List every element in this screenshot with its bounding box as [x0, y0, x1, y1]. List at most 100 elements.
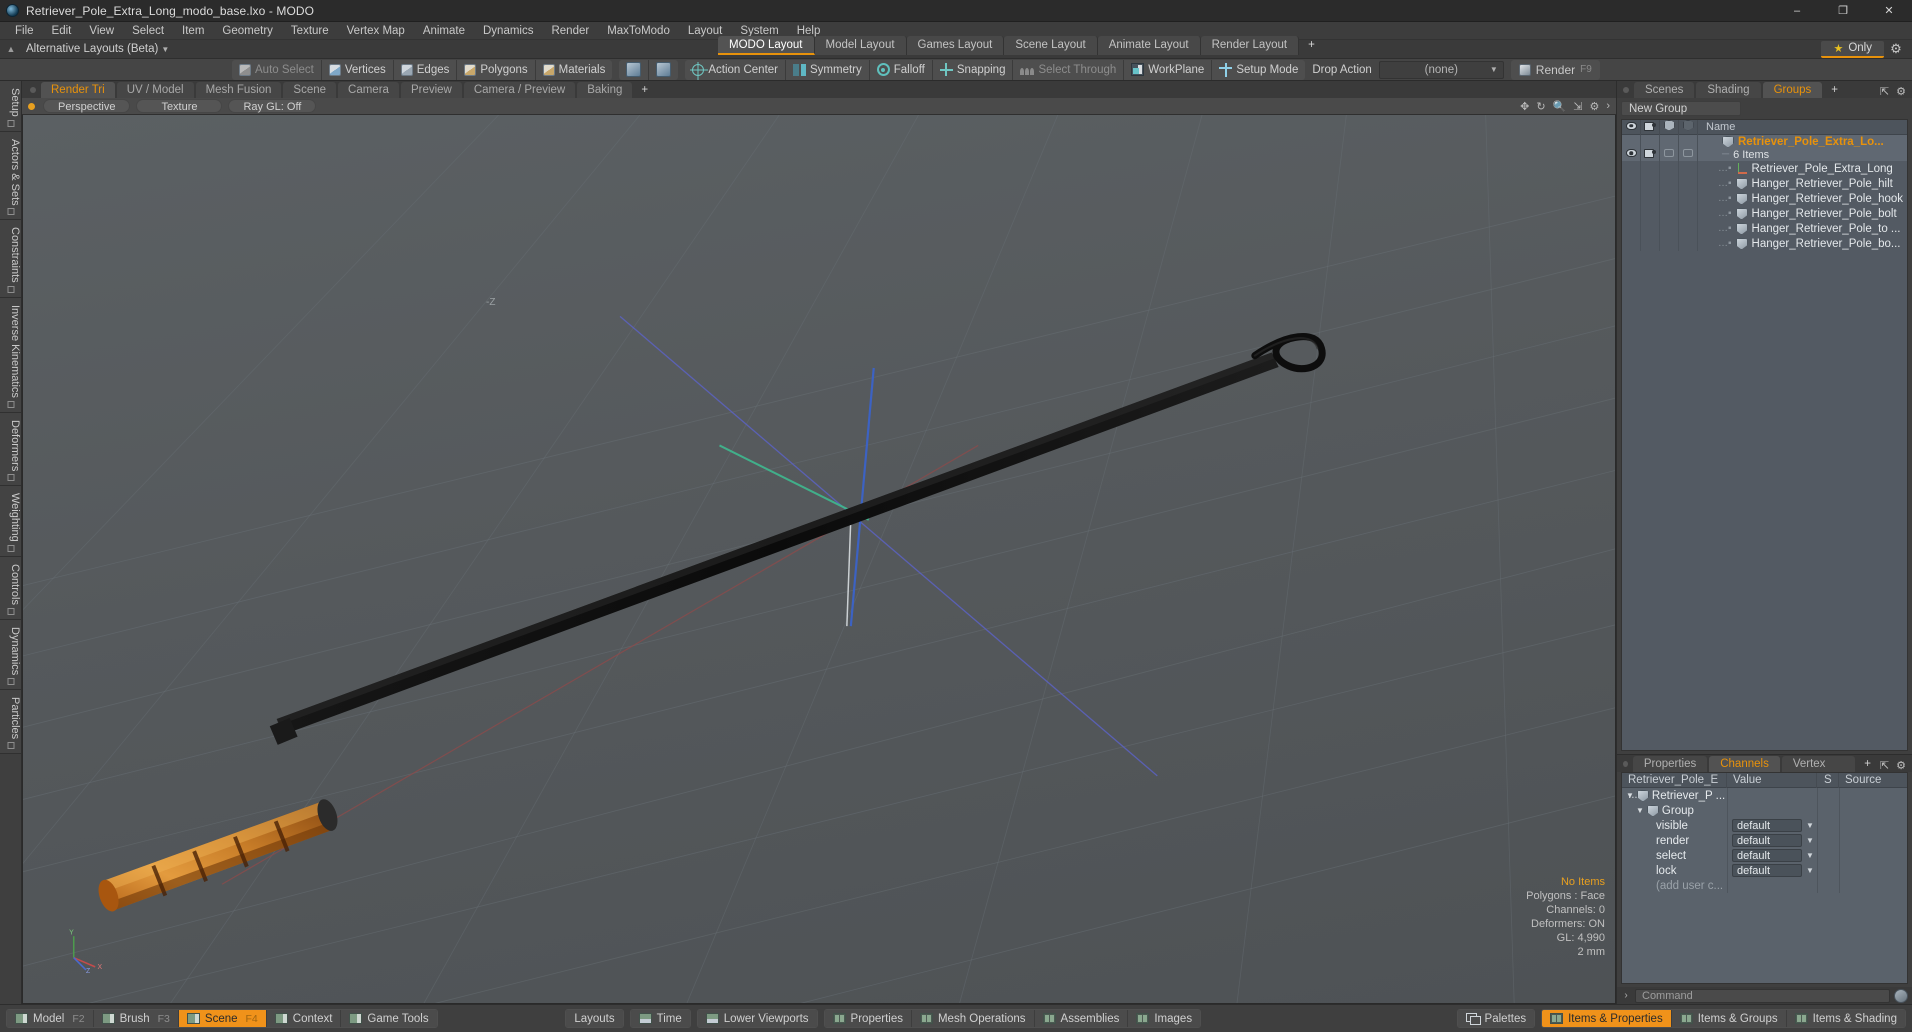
add-layout-tab-button[interactable]: +	[1299, 36, 1324, 55]
auto-select-button[interactable]: Auto Select	[232, 59, 322, 80]
tab-modo-layout[interactable]: MODO Layout	[718, 36, 815, 55]
menu-dynamics[interactable]: Dynamics	[474, 22, 542, 40]
shading-mode-dropdown[interactable]: Texture	[136, 99, 223, 113]
mesh-operations-toggle-button[interactable]: Mesh Operations	[911, 1010, 1035, 1027]
menu-file[interactable]: File	[6, 22, 43, 40]
sidebar-tab-dynamics[interactable]: Dynamics	[0, 620, 21, 691]
list-item[interactable]: …▪ Hanger_Retriever_Pole_bolt	[1622, 206, 1907, 221]
channels-panel-menu-dot-icon[interactable]	[1623, 761, 1628, 767]
channel-row-add-user[interactable]: (add user c...	[1622, 878, 1907, 893]
menu-render[interactable]: Render	[542, 22, 598, 40]
gear-icon[interactable]: ⚙	[1884, 41, 1908, 57]
assemblies-toggle-button[interactable]: Assemblies	[1034, 1010, 1129, 1027]
tab-scenes[interactable]: Scenes	[1634, 82, 1695, 98]
expand-channels-icon[interactable]: ⇱	[1880, 759, 1889, 772]
expand-panel-icon[interactable]: ⇱	[1880, 85, 1889, 98]
sidebar-tab-actors-sets[interactable]: Actors & Sets	[0, 131, 21, 221]
mode-brush-button[interactable]: Brush F3	[93, 1010, 179, 1027]
ray-gl-toggle[interactable]: Ray GL: Off	[228, 99, 317, 113]
chevron-down-icon[interactable]: ▼	[1806, 866, 1814, 875]
viewport-tab-camera-preview[interactable]: Camera / Preview	[463, 82, 576, 98]
channel-row-root[interactable]: ▼ Retriever_P ...	[1622, 788, 1907, 803]
viewport-tab-render-tri[interactable]: Render Tri	[41, 82, 115, 98]
command-input[interactable]: Command	[1635, 988, 1890, 1003]
expand-triangle-icon[interactable]: ▼	[1636, 806, 1644, 815]
group-row-header[interactable]: Retriever_Pole_Extra_Lo...	[1622, 135, 1907, 148]
materials-button[interactable]: Materials	[535, 59, 613, 80]
tab-channels[interactable]: Channels	[1709, 756, 1780, 772]
mode-context-button[interactable]: Context	[266, 1010, 342, 1027]
polygons-button[interactable]: Polygons	[457, 59, 536, 80]
zoom-view-icon[interactable]: 🔍	[1553, 100, 1567, 113]
tab-games-layout[interactable]: Games Layout	[906, 36, 1005, 55]
viewport-tab-scene[interactable]: Scene	[283, 82, 337, 98]
move-view-icon[interactable]: ✥	[1520, 100, 1529, 113]
viewport-tab-preview[interactable]: Preview	[400, 82, 462, 98]
sidebar-tab-inverse-kinematics[interactable]: Inverse Kinematics	[0, 298, 21, 413]
viewport-tab-mesh-fusion[interactable]: Mesh Fusion	[195, 82, 282, 98]
time-toggle-button[interactable]: Time	[630, 1010, 690, 1027]
menu-item[interactable]: Item	[173, 22, 213, 40]
lower-viewports-toggle-button[interactable]: Lower Viewports	[697, 1010, 817, 1027]
close-button[interactable]: ✕	[1866, 0, 1912, 22]
tab-properties[interactable]: Properties	[1632, 756, 1708, 772]
viewport-expand-icon[interactable]: ›	[1606, 100, 1610, 112]
chevron-down-icon[interactable]: ▼	[1806, 821, 1814, 830]
channel-row-group[interactable]: ▼ Group	[1622, 803, 1907, 818]
mode-scene-button[interactable]: Scene F4	[178, 1010, 267, 1027]
list-item[interactable]: …▪ Hanger_Retriever_Pole_hilt	[1622, 176, 1907, 191]
viewport-tab-uv-model[interactable]: UV / Model	[116, 82, 194, 98]
menu-geometry[interactable]: Geometry	[213, 22, 282, 40]
setup-mode-button[interactable]: Setup Mode	[1212, 59, 1306, 80]
palettes-button[interactable]: Palettes	[1457, 1010, 1535, 1027]
channels-panel-gear-icon[interactable]: ⚙	[1896, 759, 1906, 772]
channels-list[interactable]: Retriever_Pole_E ... Value S Source ▼ Re…	[1621, 772, 1908, 984]
center-mode-button[interactable]	[649, 59, 679, 80]
viewport-settings-gear-icon[interactable]: ⚙	[1589, 100, 1599, 113]
images-toggle-button[interactable]: Images	[1128, 1010, 1201, 1027]
group-camera-toggle-icon[interactable]	[1644, 148, 1656, 158]
group-eye-toggle-icon[interactable]	[1625, 149, 1637, 157]
channel-row[interactable]: visible default ▼	[1622, 818, 1907, 833]
menu-texture[interactable]: Texture	[282, 22, 338, 40]
menu-vertex-map[interactable]: Vertex Map	[338, 22, 414, 40]
list-item[interactable]: …▪ Hanger_Retriever_Pole_hook	[1622, 191, 1907, 206]
viewport-menu-dot-icon[interactable]	[30, 87, 36, 93]
viewport-options-dot-icon[interactable]	[28, 102, 35, 110]
only-button[interactable]: ★ Only	[1821, 40, 1884, 58]
group-lock-toggle-icon[interactable]	[1683, 149, 1693, 157]
chevron-down-icon[interactable]: ▼	[1806, 851, 1814, 860]
vertices-button[interactable]: Vertices	[321, 59, 394, 80]
items-groups-button[interactable]: Items & Groups	[1671, 1010, 1787, 1027]
new-group-button[interactable]: New Group	[1621, 101, 1741, 116]
tab-render-layout[interactable]: Render Layout	[1200, 36, 1300, 55]
group-select-toggle-icon[interactable]	[1664, 149, 1674, 157]
group-list[interactable]: Name Retriever_Pole_Extra_Lo... ─ 6 Item…	[1621, 119, 1908, 751]
channel-row[interactable]: select default ▼	[1622, 848, 1907, 863]
minimize-button[interactable]: –	[1774, 0, 1820, 22]
channel-row[interactable]: lock default ▼	[1622, 863, 1907, 878]
list-item[interactable]: …▪ Hanger_Retriever_Pole_to ...	[1622, 221, 1907, 236]
channel-value[interactable]: default	[1732, 819, 1802, 832]
tab-shading[interactable]: Shading	[1696, 82, 1761, 98]
menu-view[interactable]: View	[80, 22, 123, 40]
list-item[interactable]: …▪ Retriever_Pole_Extra_Long	[1622, 161, 1907, 176]
sidebar-tab-weighting[interactable]: Weighting	[0, 486, 21, 558]
items-shading-button[interactable]: Items & Shading	[1786, 1010, 1905, 1027]
fit-view-icon[interactable]: ⇲	[1573, 100, 1582, 113]
collapse-toggle-icon[interactable]: ▲	[0, 44, 22, 54]
add-groups-tab-button[interactable]: +	[1824, 82, 1845, 98]
snapping-button[interactable]: Snapping	[932, 59, 1014, 80]
menu-select[interactable]: Select	[123, 22, 173, 40]
axis-gizmo[interactable]: Y X Z	[63, 927, 109, 973]
channel-value[interactable]: default	[1732, 834, 1802, 847]
maximize-button[interactable]: ❐	[1820, 0, 1866, 22]
action-center-button[interactable]: Action Center	[685, 59, 787, 80]
sidebar-tab-setup[interactable]: Setup	[0, 81, 21, 132]
tab-model-layout[interactable]: Model Layout	[814, 36, 907, 55]
workplane-button[interactable]: WorkPlane	[1124, 59, 1213, 80]
edges-button[interactable]: Edges	[393, 59, 458, 80]
viewport-tab-camera[interactable]: Camera	[338, 82, 399, 98]
expand-triangle-icon[interactable]: ▼	[1626, 791, 1634, 800]
menu-animate[interactable]: Animate	[414, 22, 474, 40]
